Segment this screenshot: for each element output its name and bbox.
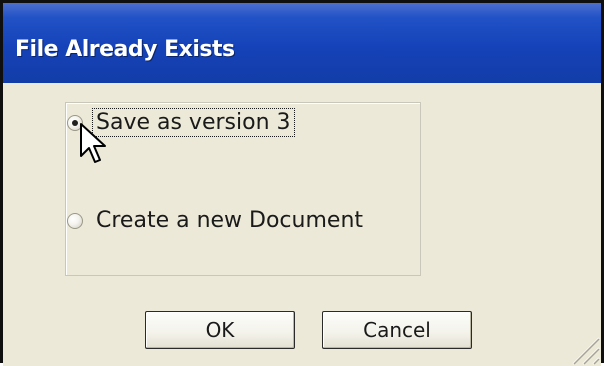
dialog-body: Save as version 3 Create a new Document …: [3, 83, 601, 366]
radio-label-save-version[interactable]: Save as version 3: [92, 108, 295, 137]
file-exists-dialog: File Already Exists Save as version 3 Cr…: [0, 0, 604, 366]
radio-button-unchecked[interactable]: [67, 212, 83, 229]
radio-label-new-document[interactable]: Create a new Document: [93, 207, 366, 234]
resize-grip-icon[interactable]: [565, 330, 601, 366]
arrow-cursor-icon: [80, 123, 106, 163]
titlebar[interactable]: File Already Exists: [3, 3, 601, 83]
cancel-button[interactable]: Cancel: [322, 311, 472, 349]
ok-button[interactable]: OK: [145, 311, 295, 349]
background-margin: [604, 0, 616, 363]
radio-option-new-document[interactable]: Create a new Document: [67, 207, 366, 234]
window-title: File Already Exists: [15, 37, 235, 62]
